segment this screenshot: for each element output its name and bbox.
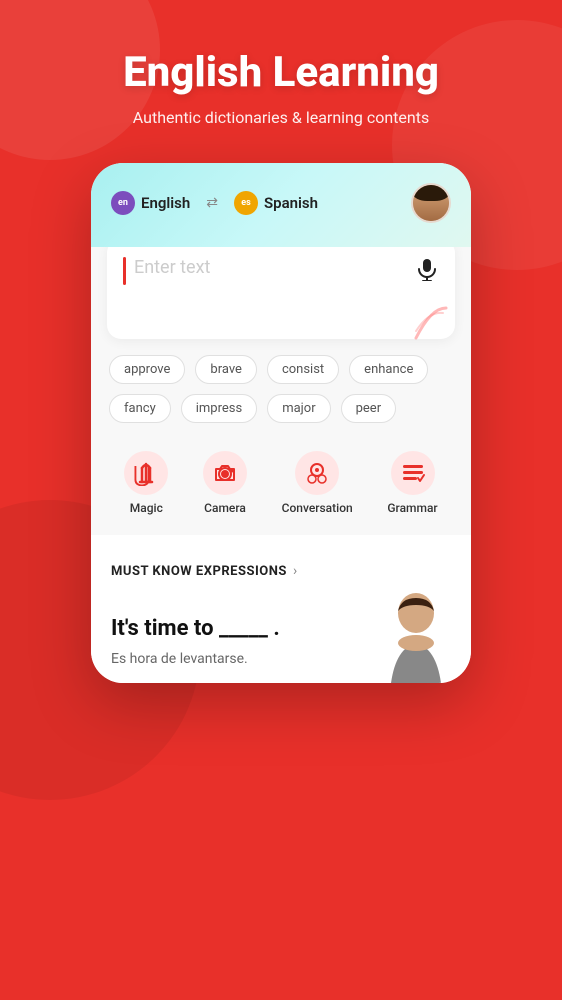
grammar-label: Grammar — [387, 501, 437, 515]
magic-label: Magic — [130, 501, 163, 515]
lang-from-badge: en — [111, 191, 135, 215]
section-title: MUST KNOW EXPRESSIONS — [111, 564, 287, 579]
language-bar: en English ⇄ es Spanish — [111, 183, 451, 223]
conversation-icon — [304, 460, 330, 486]
lang-to-badge: es — [234, 191, 258, 215]
hero-title: English Learning — [123, 50, 439, 96]
expression-english: It's time to _____ . — [111, 615, 280, 644]
word-chips-container: approve brave consist enhance fancy impr… — [107, 355, 455, 423]
curl-decoration — [411, 303, 451, 343]
lang-to-item[interactable]: es Spanish — [234, 191, 318, 215]
chip-brave[interactable]: brave — [195, 355, 257, 384]
expression-text: It's time to _____ . Es hora de levantar… — [111, 615, 280, 684]
grammar-icon — [400, 460, 426, 486]
lang-swap-icon[interactable]: ⇄ — [206, 195, 218, 211]
must-know-section: MUST KNOW EXPRESSIONS › It's time to ___… — [91, 547, 471, 683]
phone-body: Enter text approve brave consist enhance — [91, 239, 471, 535]
grammar-icon-wrap — [391, 451, 435, 495]
text-cursor — [123, 257, 126, 285]
expression-en-text: It's time to _____ . — [111, 616, 280, 641]
user-avatar[interactable] — [411, 183, 451, 223]
text-input-area[interactable]: Enter text — [107, 239, 455, 339]
chip-fancy[interactable]: fancy — [109, 394, 171, 423]
hero-subtitle: Authentic dictionaries & learning conten… — [133, 108, 429, 127]
chip-major[interactable]: major — [267, 394, 330, 423]
chip-impress[interactable]: impress — [181, 394, 257, 423]
nav-item-camera[interactable]: Camera — [203, 451, 247, 515]
camera-icon-wrap — [203, 451, 247, 495]
lang-from-label: English — [141, 194, 190, 212]
bottom-navigation: ⋃ Magic — [107, 443, 455, 519]
phone-mockup: en English ⇄ es Spanish — [91, 163, 471, 683]
camera-label: Camera — [204, 501, 246, 515]
search-placeholder: Enter text — [134, 255, 210, 278]
chip-peer[interactable]: peer — [341, 394, 397, 423]
conversation-icon-wrap — [295, 451, 339, 495]
magic-icon-wrap: ⋃ — [124, 451, 168, 495]
nav-item-grammar[interactable]: Grammar — [387, 451, 437, 515]
mic-icon[interactable] — [415, 257, 439, 287]
chip-approve[interactable]: approve — [109, 355, 185, 384]
expression-card: It's time to _____ . Es hora de levantar… — [111, 593, 451, 683]
chevron-right-icon: › — [293, 563, 297, 579]
lang-selector[interactable]: en English ⇄ es Spanish — [111, 191, 318, 215]
conversation-label: Conversation — [282, 501, 353, 515]
phone-header: en English ⇄ es Spanish — [91, 163, 471, 247]
section-header[interactable]: MUST KNOW EXPRESSIONS › — [111, 563, 451, 579]
lang-to-label: Spanish — [264, 194, 318, 212]
lang-from-item[interactable]: en English — [111, 191, 190, 215]
chip-enhance[interactable]: enhance — [349, 355, 428, 384]
chip-consist[interactable]: consist — [267, 355, 339, 384]
nav-item-magic[interactable]: ⋃ Magic — [124, 451, 168, 515]
person-illustration — [351, 593, 451, 683]
nav-item-conversation[interactable]: Conversation — [282, 451, 353, 515]
camera-icon — [212, 460, 238, 486]
input-left: Enter text — [123, 255, 415, 285]
magic-icon: ⋃ — [133, 460, 159, 486]
expression-spanish: Es hora de levantarse. — [111, 651, 280, 667]
